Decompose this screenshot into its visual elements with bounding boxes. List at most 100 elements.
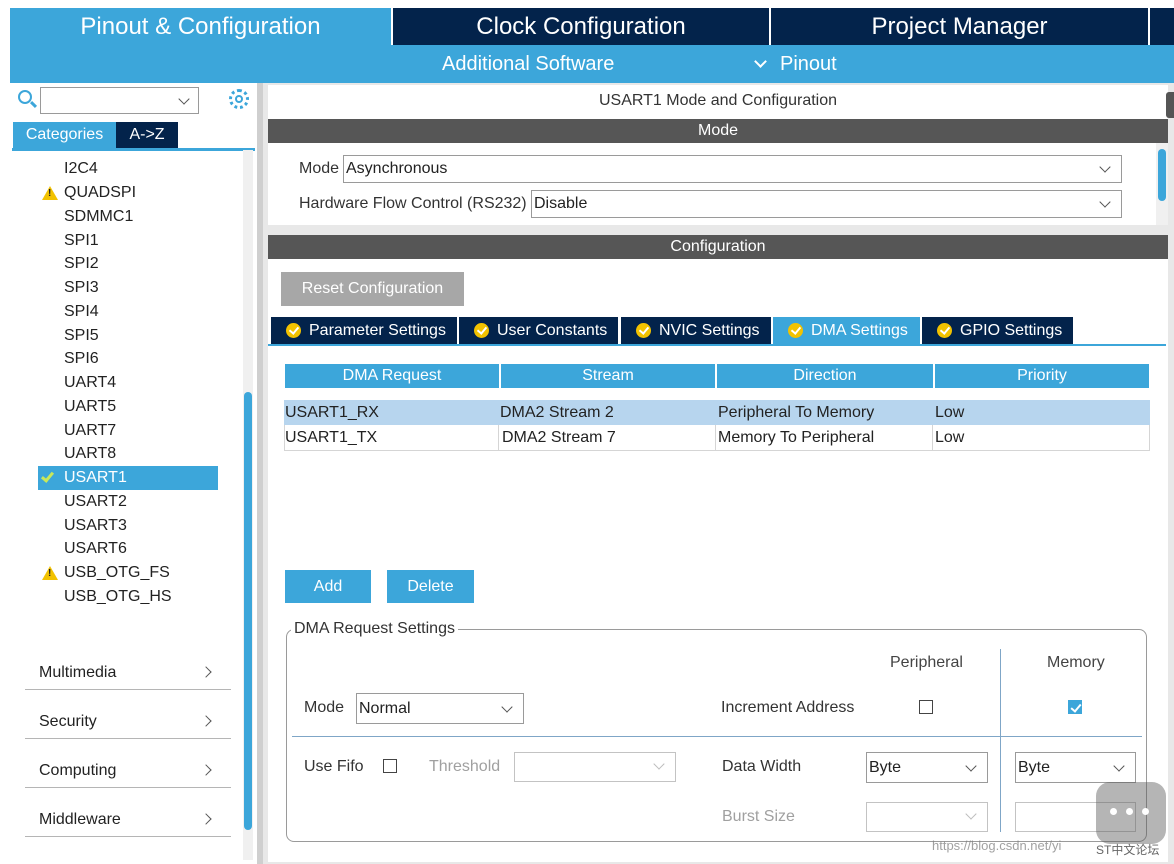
mode-label: Mode [299,160,340,177]
chevron-down-icon [965,808,977,820]
tree-item-usb-otg-fs[interactable]: USB_OTG_FS [64,562,170,584]
column-header-direction[interactable]: Direction [717,364,933,388]
chevron-down-icon [754,55,767,68]
tree-item-uart4[interactable]: UART4 [64,372,116,394]
tree-item-usart3[interactable]: USART3 [64,515,127,537]
table-cell: DMA2 Stream 2 [500,404,614,421]
mode-scrollbar-thumb[interactable] [1158,149,1166,201]
tree-item-usb-otg-hs[interactable]: USB_OTG_HS [64,586,172,608]
warning-icon [42,186,58,200]
use-fifo-checkbox[interactable] [383,759,397,773]
tab-user-constants[interactable]: User Constants [459,317,618,344]
left-scrollbar-thumb[interactable] [244,392,252,830]
tree-item-spi2[interactable]: SPI2 [64,253,99,275]
divider [25,836,231,837]
threshold-select[interactable] [514,752,676,782]
additional-software-button[interactable]: Additional Software [442,45,614,83]
mode-select-value: Asynchronous [346,160,448,177]
tab-dma-settings[interactable]: DMA Settings [773,317,920,344]
tree-item-sdmmc1[interactable]: SDMMC1 [64,206,133,228]
table-cell: USART1_RX [285,404,379,421]
divider [292,736,1142,737]
gear-icon[interactable] [229,89,249,109]
side-handle[interactable] [1166,92,1174,118]
table-cell: DMA2 Stream 7 [502,429,616,446]
hwfc-select[interactable]: Disable [531,190,1122,218]
tab-categories[interactable]: Categories [13,122,116,148]
threshold-label: Threshold [429,758,501,775]
check-icon [286,323,301,338]
tree-item-spi4[interactable]: SPI4 [64,301,99,323]
gear-icon-hub [235,95,243,103]
column-header-priority[interactable]: Priority [935,364,1149,388]
check-icon [636,323,651,338]
divider [25,689,231,690]
add-button[interactable]: Add [285,570,371,603]
memory-data-width-select[interactable]: Byte [1015,752,1136,783]
tree-item-spi6[interactable]: SPI6 [64,348,99,370]
tree-item-usart1[interactable]: USART1 [64,467,127,489]
tab-a-to-z[interactable]: A->Z [116,122,178,148]
data-width-label: Data Width [722,758,802,775]
divider [25,787,231,788]
divider [25,738,231,739]
tree-item-uart5[interactable]: UART5 [64,396,116,418]
tab-project-manager[interactable]: Project Manager [771,8,1148,45]
tab-label: GPIO Settings [960,322,1063,339]
column-header-dma-request[interactable]: DMA Request [285,364,499,388]
tree-item-spi5[interactable]: SPI5 [64,325,99,347]
peripheral-data-width-select[interactable]: Byte [866,752,988,783]
tree-item-i2c4[interactable]: I2C4 [64,158,98,180]
dma-mode-select[interactable]: Normal [356,693,524,724]
tab-label: Parameter Settings [309,322,446,339]
column-divider [715,425,716,451]
check-icon [788,323,803,338]
table-cell: Low [935,404,965,421]
pinout-menu-button[interactable]: Pinout [780,45,837,83]
warning-icon [42,566,58,580]
group-multimedia-label: Multimedia [39,664,117,681]
tree-item-quadspi[interactable]: QUADSPI [64,182,136,204]
group-middleware[interactable]: Middleware [39,811,229,839]
column-divider [498,425,499,451]
tab-label: NVIC Settings [659,322,760,339]
column-header-stream[interactable]: Stream [501,364,715,388]
tabs-underline [268,344,1166,346]
peripheral-burst-size-select[interactable] [866,802,988,832]
tab-parameter-settings[interactable]: Parameter Settings [271,317,457,344]
search-combobox[interactable] [40,87,199,114]
mode-select[interactable]: Asynchronous [343,155,1122,183]
sub-toolbar: Additional Software Pinout [10,45,1174,83]
group-security[interactable]: Security [39,713,229,741]
chat-bubble-icon [1096,782,1166,844]
memory-increment-checkbox[interactable] [1068,700,1082,714]
reset-configuration-button[interactable]: Reset Configuration [281,272,464,306]
tree-item-uart7[interactable]: UART7 [64,420,116,442]
tree-item-uart8[interactable]: UART8 [64,443,116,465]
tab-nvic-settings[interactable]: NVIC Settings [621,317,771,344]
hwfc-select-value: Disable [534,195,588,212]
chevron-down-icon [653,758,665,770]
tree-item-usart2[interactable]: USART2 [64,491,127,513]
panel-title: USART1 Mode and Configuration [598,92,838,109]
use-fifo-label: Use Fifo [304,758,364,775]
tab-label: User Constants [497,322,608,339]
dot [1110,808,1117,815]
tree-item-usart6[interactable]: USART6 [64,538,127,560]
tab-pinout-configuration[interactable]: Pinout & Configuration [10,8,391,45]
peripheral-increment-checkbox[interactable] [919,700,933,714]
tree-item-spi3[interactable]: SPI3 [64,277,99,299]
check-icon [937,323,952,338]
memory-column-label: Memory [1047,654,1105,671]
tab-clock-configuration[interactable]: Clock Configuration [393,8,769,45]
group-computing[interactable]: Computing [39,762,229,790]
table-row[interactable] [284,425,1150,451]
delete-button[interactable]: Delete [387,570,474,603]
group-multimedia[interactable]: Multimedia [39,664,229,692]
group-computing-label: Computing [39,762,117,779]
table-row[interactable] [284,400,1150,425]
tab-gpio-settings[interactable]: GPIO Settings [922,317,1073,344]
tree-item-spi1[interactable]: SPI1 [64,230,99,252]
group-security-label: Security [39,713,97,730]
table-cell: Low [935,429,965,446]
